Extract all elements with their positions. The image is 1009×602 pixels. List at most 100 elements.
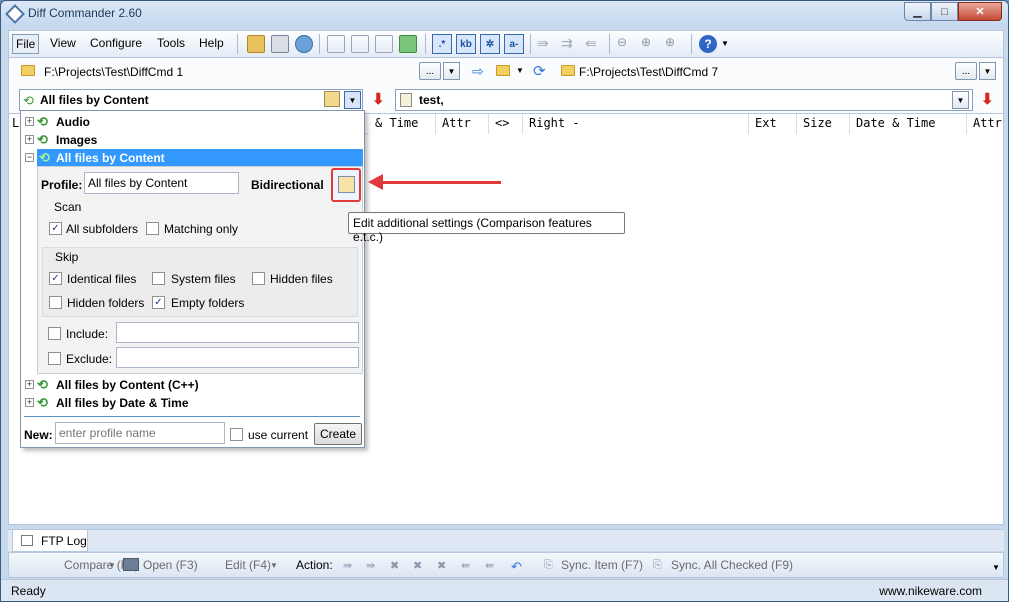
profile-item-images[interactable]: + ⟲ Images bbox=[21, 131, 364, 149]
minus-icon[interactable]: ⊖ bbox=[617, 35, 635, 53]
profile-item-all-files-by-content-cpp[interactable]: + ⟲ All files by Content (C++) bbox=[21, 376, 364, 394]
tree-view-icon[interactable] bbox=[351, 35, 369, 53]
exclude-input[interactable] bbox=[116, 347, 359, 368]
plus-minus-icon[interactable]: ⊕ bbox=[665, 35, 683, 53]
empty-folders-checkbox[interactable]: ✓ bbox=[152, 296, 165, 309]
maximize-button[interactable]: □ bbox=[931, 2, 958, 21]
expand-icon[interactable]: + bbox=[25, 135, 34, 144]
right-down-arrow-icon[interactable]: ⬇ bbox=[981, 90, 994, 108]
include-checkbox[interactable] bbox=[48, 327, 61, 340]
expand-icon[interactable]: + bbox=[25, 398, 34, 407]
minimize-button[interactable]: ▁ bbox=[904, 2, 931, 21]
create-button[interactable]: Create bbox=[314, 423, 362, 445]
delete-left-icon[interactable]: ✖ bbox=[437, 559, 451, 572]
left-browse-button[interactable]: ... bbox=[419, 62, 441, 80]
matching-only-checkbox[interactable] bbox=[146, 222, 159, 235]
copy-left-icon[interactable]: ⇚ bbox=[485, 559, 499, 572]
profile-combo[interactable]: ⟲ All files by Content ▼ bbox=[19, 89, 363, 111]
right-path-dropdown[interactable]: ▼ bbox=[979, 62, 996, 80]
col-right-attr[interactable]: Attr bbox=[967, 114, 1003, 134]
case-toggle-button[interactable]: a- bbox=[504, 34, 524, 54]
identical-files-checkbox[interactable]: ✓ bbox=[49, 272, 62, 285]
profile-item-all-files-by-date-time[interactable]: + ⟲ All files by Date & Time bbox=[21, 394, 364, 412]
menu-help[interactable]: Help bbox=[199, 36, 224, 50]
filter-dropdown-button[interactable]: ▼ bbox=[952, 91, 969, 109]
menu-file[interactable]: File bbox=[12, 34, 40, 54]
network-icon[interactable] bbox=[295, 35, 313, 53]
menu-view[interactable]: View bbox=[50, 36, 76, 50]
col-right-date[interactable]: Date & Time bbox=[850, 114, 967, 134]
help-icon[interactable]: ? bbox=[699, 35, 717, 53]
col-compare[interactable]: <> bbox=[489, 114, 523, 134]
hidden-folders-checkbox[interactable] bbox=[49, 296, 62, 309]
list-view-icon[interactable] bbox=[327, 35, 345, 53]
right-browse-button[interactable]: ... bbox=[955, 62, 977, 80]
copy-path-dropdown-icon[interactable]: ▼ bbox=[516, 66, 524, 75]
profile-settings-icon[interactable] bbox=[324, 91, 340, 107]
gear-toggle-button[interactable]: ✲ bbox=[480, 34, 500, 54]
plus-plus-icon[interactable]: ⊕ bbox=[641, 35, 659, 53]
expand-icon[interactable]: + bbox=[25, 380, 34, 389]
copy-left-icon[interactable]: ⇚ bbox=[585, 35, 603, 53]
sync-all-checked-button[interactable]: Sync. All Checked (F9) bbox=[671, 558, 793, 572]
menu-configure[interactable]: Configure bbox=[90, 36, 142, 50]
sync-item-button[interactable]: Sync. Item (F7) bbox=[561, 558, 643, 572]
filter-input[interactable]: test, ▼ bbox=[395, 89, 973, 111]
all-subfolders-label: All subfolders bbox=[66, 222, 139, 236]
close-button[interactable]: ✕ bbox=[958, 2, 1002, 21]
copy-right-icon[interactable]: ⇛ bbox=[366, 559, 380, 572]
left-path-input[interactable]: F:\Projects\Test\DiffCmd 1 bbox=[44, 65, 183, 79]
edit-button[interactable]: Edit (F4) bbox=[225, 558, 271, 572]
menu-tools[interactable]: Tools bbox=[157, 36, 185, 50]
profile-item-all-files-by-content[interactable]: ⟲ All files by Content bbox=[37, 149, 363, 167]
action-bar: Compare (F2) ▼ Open (F3) Edit (F4) ▼ Act… bbox=[8, 552, 1004, 578]
tab-ftp-log[interactable]: FTP Log bbox=[12, 530, 88, 552]
include-exclude-group: Include: Exclude: bbox=[42, 321, 359, 371]
refresh-icon[interactable]: ⟳ bbox=[533, 62, 546, 80]
right-path-input[interactable]: F:\Projects\Test\DiffCmd 7 bbox=[579, 65, 718, 79]
swap-right-arrow-icon[interactable]: ⇨ bbox=[472, 63, 484, 80]
all-subfolders-checkbox[interactable]: ✓ bbox=[49, 222, 62, 235]
regex-toggle-button[interactable]: .* bbox=[432, 34, 452, 54]
edit-dropdown-icon[interactable]: ▼ bbox=[270, 561, 278, 570]
compare-dropdown-icon[interactable]: ▼ bbox=[108, 561, 116, 570]
collapse-icon[interactable]: − bbox=[25, 153, 34, 162]
drive-icon[interactable] bbox=[271, 35, 289, 53]
copy-left-icon[interactable]: ⇚ bbox=[461, 559, 475, 572]
hidden-files-checkbox[interactable] bbox=[252, 272, 265, 285]
col-right-ext[interactable]: Ext bbox=[749, 114, 797, 134]
copy-check-icon[interactable]: ⇉ bbox=[561, 35, 579, 53]
col-right-name[interactable]: Right - bbox=[523, 114, 749, 134]
sync-grid-icon[interactable] bbox=[399, 35, 417, 53]
overflow-dropdown-icon[interactable]: ▼ bbox=[992, 563, 1000, 572]
exclude-checkbox[interactable] bbox=[48, 352, 61, 365]
include-input[interactable] bbox=[116, 322, 359, 343]
copy-path-folder-icon[interactable] bbox=[496, 65, 510, 76]
system-files-checkbox[interactable] bbox=[152, 272, 165, 285]
direction-mode-label[interactable]: Bidirectional bbox=[251, 178, 324, 192]
col-right-size[interactable]: Size bbox=[797, 114, 850, 134]
new-profile-input[interactable] bbox=[55, 422, 225, 444]
help-dropdown-icon[interactable]: ▼ bbox=[721, 39, 729, 48]
edit-settings-button[interactable] bbox=[331, 168, 361, 202]
copy-right-icon[interactable]: ⇛ bbox=[537, 35, 555, 53]
use-current-checkbox[interactable] bbox=[230, 428, 243, 441]
profile-item-audio[interactable]: + ⟲ Audio bbox=[21, 113, 364, 131]
kb-toggle-button[interactable]: kb bbox=[456, 34, 476, 54]
col-left-date[interactable]: & Time bbox=[369, 114, 436, 134]
left-down-arrow-icon[interactable]: ⬇ bbox=[372, 90, 385, 108]
undo-icon[interactable]: ↶ bbox=[511, 559, 525, 574]
open-folder-icon[interactable] bbox=[247, 35, 265, 53]
delete-both-icon[interactable]: ✖ bbox=[413, 559, 427, 572]
expand-icon[interactable]: + bbox=[25, 117, 34, 126]
website-link[interactable]: www.nikeware.com bbox=[879, 584, 982, 598]
expand-icon[interactable] bbox=[375, 35, 393, 53]
open-button[interactable]: Open (F3) bbox=[143, 558, 198, 572]
profile-dropdown-button[interactable]: ▼ bbox=[344, 91, 361, 109]
profile-name-input[interactable]: All files by Content bbox=[84, 172, 239, 194]
exclude-label: Exclude: bbox=[66, 352, 113, 366]
col-left-attr[interactable]: Attr bbox=[436, 114, 489, 134]
delete-icon[interactable]: ✖ bbox=[390, 559, 404, 572]
copy-right-icon[interactable]: ⇛ bbox=[343, 559, 357, 572]
left-path-dropdown[interactable]: ▼ bbox=[443, 62, 460, 80]
